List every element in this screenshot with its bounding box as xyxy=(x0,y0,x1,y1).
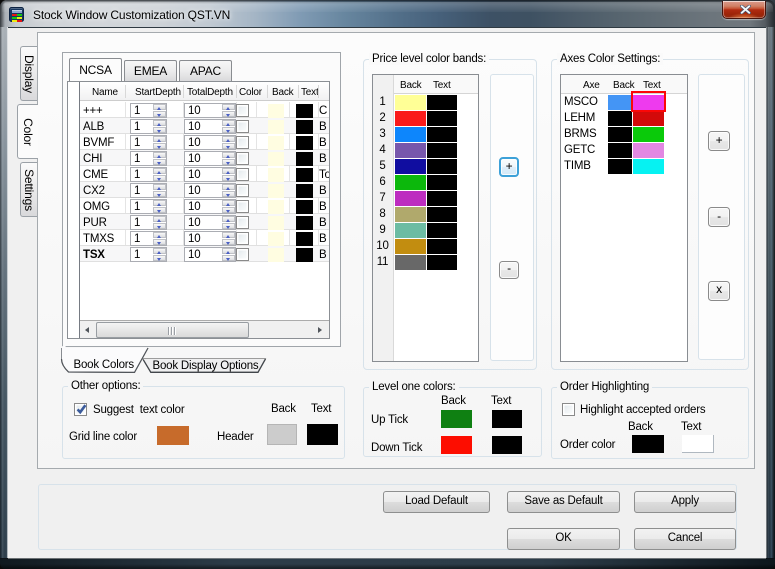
svg-text:Book Display Options: Book Display Options xyxy=(153,360,259,372)
svg-text:Book Colors: Book Colors xyxy=(74,359,135,371)
